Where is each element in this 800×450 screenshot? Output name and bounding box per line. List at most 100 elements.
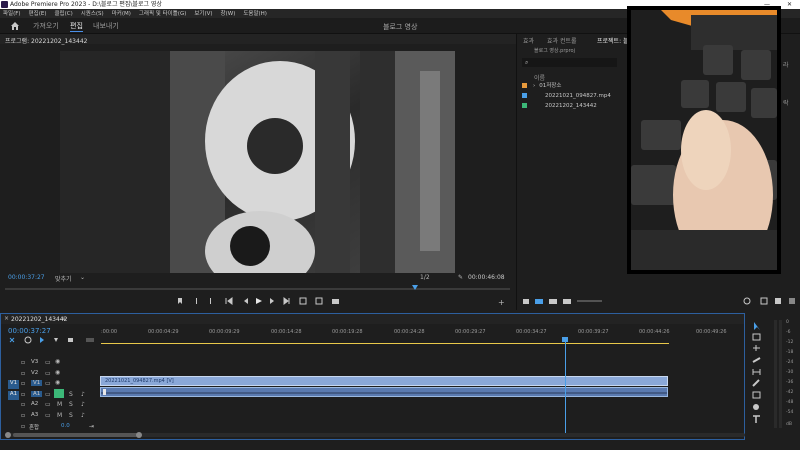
toggle-output-icon[interactable]: ▭	[45, 391, 51, 398]
play-icon[interactable]	[256, 298, 262, 304]
tab-project[interactable]: 프로젝트: 블	[597, 36, 629, 45]
project-search-input[interactable]: ⌕	[522, 58, 617, 67]
timeline-zoom-scrollbar[interactable]	[5, 431, 745, 439]
tab-edit[interactable]: 편집	[70, 21, 83, 32]
eye-icon[interactable]: ◉	[55, 379, 60, 386]
zoom-fit-select[interactable]: 맞추기	[55, 274, 72, 283]
list-view-icon[interactable]	[535, 299, 543, 304]
mix-volume-value[interactable]: 0.0	[61, 423, 70, 429]
source-patch-v1[interactable]: V1	[8, 380, 19, 389]
pen-tool-icon[interactable]	[752, 379, 760, 387]
camera-icon[interactable]	[332, 299, 339, 304]
settings-icon[interactable]	[68, 338, 73, 342]
lock-icon[interactable]: ▫	[21, 423, 25, 430]
close-icon[interactable]: ✕	[787, 0, 792, 9]
trash-icon[interactable]	[789, 298, 795, 304]
playhead-line[interactable]	[565, 338, 566, 433]
slip-tool-icon[interactable]	[752, 369, 761, 375]
lock-icon[interactable]: ▫	[21, 359, 25, 366]
tab-import[interactable]: 가져오기	[33, 21, 59, 31]
mic-icon[interactable]: ♪	[81, 412, 85, 419]
mute-icon[interactable]	[54, 389, 64, 398]
find-icon[interactable]	[743, 297, 751, 305]
lock-icon[interactable]: ▫	[21, 370, 25, 377]
sequence-tab[interactable]: 20221202_143442	[11, 316, 67, 323]
toggle-output-icon[interactable]: ▭	[45, 359, 51, 366]
toggle-output-icon[interactable]: ▭	[45, 370, 51, 377]
track-label[interactable]: A1	[31, 391, 43, 397]
eye-icon[interactable]: ◉	[55, 369, 60, 376]
close-icon[interactable]: ×	[4, 315, 9, 322]
linked-selection-icon[interactable]	[40, 337, 44, 343]
selection-tool-icon[interactable]	[754, 322, 760, 330]
new-bin-icon[interactable]	[760, 297, 768, 305]
wrench-icon[interactable]: ✎	[458, 274, 463, 281]
chevron-down-icon[interactable]: ⌄	[80, 274, 85, 281]
snap-icon[interactable]	[24, 336, 32, 344]
tab-effect-controls[interactable]: 효과 컨트롤	[547, 36, 577, 45]
work-area-bar[interactable]	[101, 343, 669, 344]
lock-icon[interactable]: ▫	[21, 401, 25, 408]
lock-icon[interactable]: ▫	[21, 380, 25, 387]
db-label: -12	[786, 340, 794, 345]
window-title: Adobe Premiere Pro 2023 - D:\블로그 편집\블로그 …	[10, 1, 162, 8]
db-label: -36	[786, 380, 794, 385]
program-scrubber[interactable]	[5, 284, 510, 292]
mic-icon[interactable]: ♪	[81, 391, 85, 398]
time-ruler[interactable]: :00:00 00:00:04:29 00:00:09:29 00:00:14:…	[101, 327, 746, 345]
add-button-icon[interactable]: +	[498, 298, 505, 307]
mark-out-icon[interactable]	[210, 298, 211, 304]
icon-view-icon[interactable]	[549, 299, 557, 304]
mark-in-icon[interactable]	[196, 298, 197, 304]
project-item-clip[interactable]: 20221021_094827.mp4	[522, 92, 611, 101]
mute-icon[interactable]: M	[57, 401, 62, 408]
menu-icon[interactable]: ≡	[61, 315, 66, 322]
extract-icon[interactable]	[315, 297, 323, 305]
video-clip[interactable]: 20221021_094827.mp4 [V]	[100, 376, 668, 386]
caption-icon[interactable]	[86, 338, 94, 342]
side-tab-2[interactable]: 락	[783, 98, 789, 107]
eye-icon[interactable]: ◉	[55, 358, 60, 365]
playback-resolution-select[interactable]: 1/2	[420, 274, 430, 281]
hand-tool-icon[interactable]	[753, 404, 759, 410]
video-frame[interactable]	[60, 51, 455, 273]
go-to-in-icon[interactable]	[225, 297, 233, 305]
freeform-view-icon[interactable]	[563, 299, 571, 304]
razor-tool-icon[interactable]	[752, 357, 761, 363]
mic-icon[interactable]: ♪	[81, 401, 85, 408]
lift-icon[interactable]	[299, 297, 307, 305]
audio-clip[interactable]	[100, 387, 668, 397]
project-item-bin[interactable]: › 01저장소	[522, 82, 561, 91]
solo-icon[interactable]: S	[69, 391, 73, 398]
type-tool-icon[interactable]	[753, 415, 760, 423]
tab-effects[interactable]: 효과	[523, 36, 534, 45]
add-marker-icon[interactable]	[54, 338, 58, 342]
rectangle-tool-icon[interactable]	[752, 391, 761, 399]
toggle-output-icon[interactable]: ▭	[45, 380, 51, 387]
step-forward-icon[interactable]	[270, 298, 274, 304]
track-label[interactable]: V1	[31, 380, 43, 386]
timeline-timecode[interactable]: 00:00:37:27	[8, 327, 51, 335]
track-select-tool-icon[interactable]	[752, 333, 761, 341]
go-to-out-icon[interactable]	[283, 297, 290, 305]
lock-icon[interactable]: ▫	[21, 412, 25, 419]
end-icon[interactable]: ⇥	[89, 423, 94, 430]
add-marker-icon[interactable]	[178, 298, 182, 304]
tab-export[interactable]: 내보내기	[93, 21, 119, 31]
new-item-icon[interactable]	[775, 298, 781, 304]
solo-icon[interactable]: S	[69, 401, 73, 408]
lock-icon[interactable]	[523, 299, 529, 304]
home-icon[interactable]	[10, 21, 20, 30]
step-back-icon[interactable]	[244, 298, 248, 304]
toggle-output-icon[interactable]: ▭	[45, 412, 51, 419]
mute-icon[interactable]: M	[57, 412, 62, 419]
lock-icon[interactable]: ▫	[21, 391, 25, 398]
project-item-sequence[interactable]: 20221202_143442	[522, 102, 597, 111]
side-tab-1[interactable]: 라	[783, 60, 789, 69]
ripple-edit-tool-icon[interactable]	[753, 345, 760, 351]
program-current-timecode[interactable]: 00:00:37:27	[8, 274, 45, 281]
toggle-output-icon[interactable]: ▭	[45, 401, 51, 408]
nest-toggle-icon[interactable]	[9, 337, 15, 343]
column-name-header[interactable]: 이름	[534, 73, 545, 82]
solo-icon[interactable]: S	[69, 412, 73, 419]
